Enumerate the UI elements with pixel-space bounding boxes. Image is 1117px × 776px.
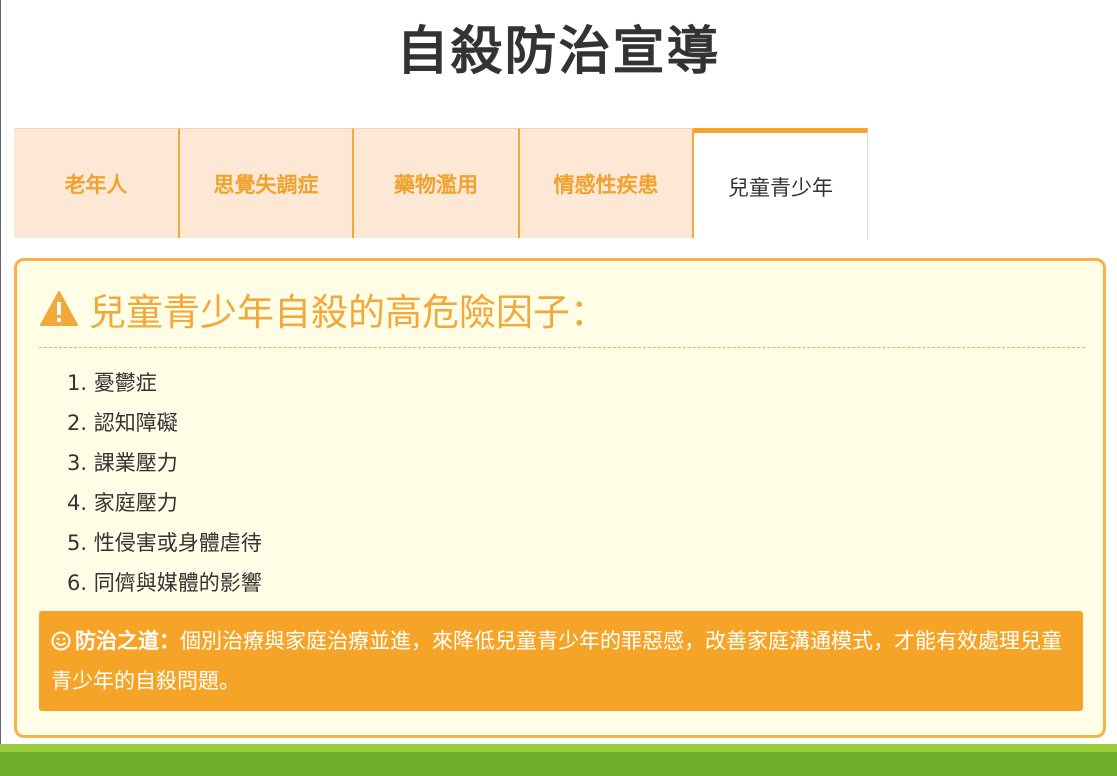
tab-affective-disorder[interactable]: 情感性疾患 (520, 128, 694, 238)
dashed-divider (39, 347, 1085, 348)
tab-label: 情感性疾患 (553, 172, 659, 197)
tab-elderly[interactable]: 老年人 (14, 128, 180, 238)
footer-bar-light (0, 744, 1117, 752)
tab-bar: 老年人 思覺失調症 藥物濫用 情感性疾患 兒童青少年 (14, 128, 868, 240)
smile-icon (51, 631, 71, 651)
tip-label: 防治之道： (75, 629, 180, 653)
list-item: 6. 同儕與媒體的影響 (67, 571, 262, 595)
tab-schizophrenia[interactable]: 思覺失調症 (180, 128, 354, 238)
tab-label: 老年人 (64, 172, 128, 197)
footer-bar-dark (0, 752, 1117, 776)
tab-label: 藥物濫用 (394, 172, 478, 197)
panel-heading: 兒童青少年自殺的高危險因子： (39, 283, 607, 335)
list-item: 1. 憂鬱症 (67, 371, 157, 395)
list-item: 3. 課業壓力 (67, 451, 178, 475)
list-item: 4. 家庭壓力 (67, 491, 178, 515)
prevention-tip-box: 防治之道：個別治療與家庭治療並進，來降低兒童青少年的罪惡感，改善家庭溝通模式，才… (39, 611, 1083, 711)
risk-factor-list: 1. 憂鬱症 2. 認知障礙 3. 課業壓力 4. 家庭壓力 5. 性侵害或身體… (67, 363, 262, 603)
left-edge-line (0, 0, 1, 744)
content-panel: 兒童青少年自殺的高危險因子： 1. 憂鬱症 2. 認知障礙 3. 課業壓力 4.… (14, 258, 1106, 738)
tab-substance-abuse[interactable]: 藥物濫用 (354, 128, 520, 238)
tab-label: 兒童青少年 (728, 175, 833, 200)
list-item: 5. 性侵害或身體虐待 (67, 531, 262, 555)
panel-heading-text: 兒童青少年自殺的高危險因子： (89, 291, 607, 334)
tab-label: 思覺失調症 (213, 172, 319, 197)
page-title: 自殺防治宣導 (396, 22, 721, 82)
tab-children-youth[interactable]: 兒童青少年 (694, 128, 868, 240)
list-item: 2. 認知障礙 (67, 411, 178, 435)
tip-text: 個別治療與家庭治療並進，來降低兒童青少年的罪惡感，改善家庭溝通模式，才能有效處理… (51, 629, 1062, 693)
warning-triangle-icon (40, 291, 78, 326)
